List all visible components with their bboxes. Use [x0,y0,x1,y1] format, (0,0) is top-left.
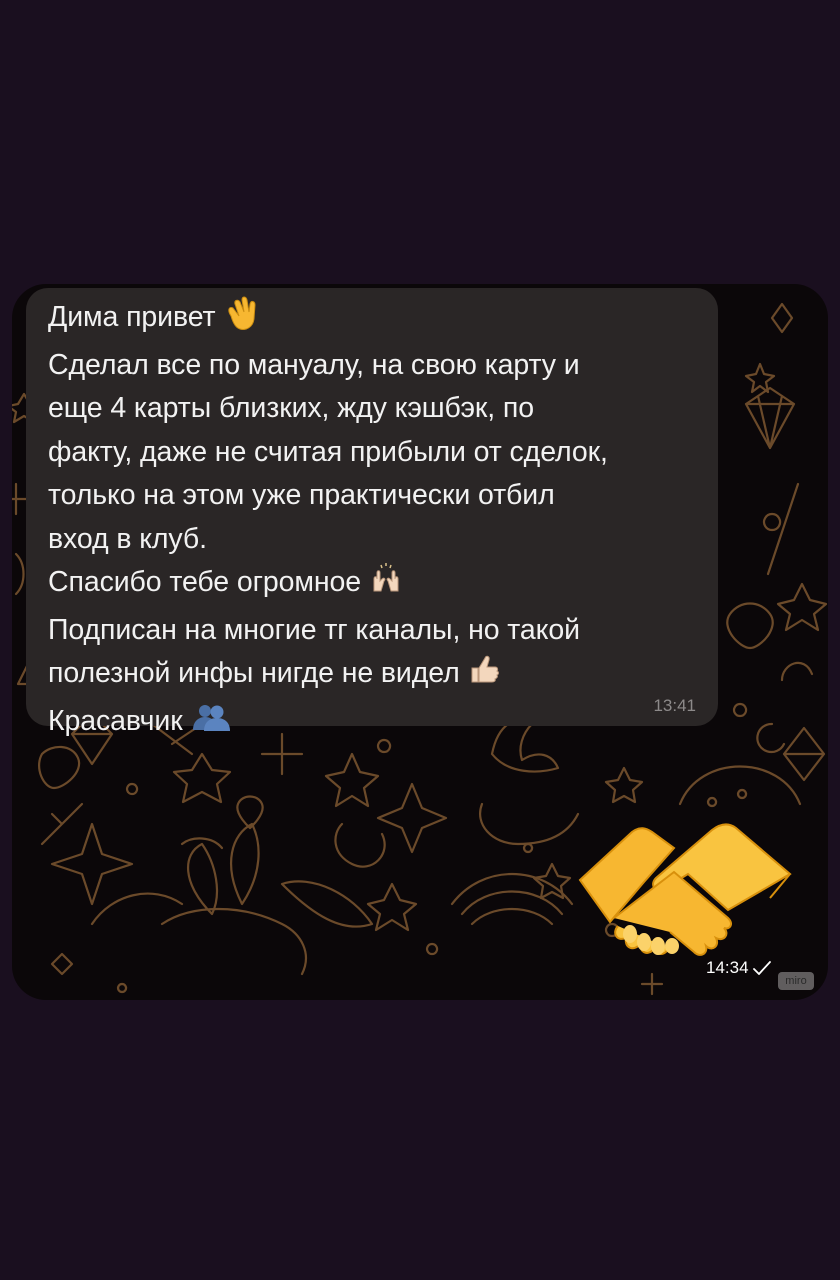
raising-hands-icon [369,561,403,609]
message-line: только на этом уже практически отбил [48,479,555,511]
message-line: Красавчик [48,700,696,748]
sticker-time-status: 14:34 [706,958,772,978]
sticker-time: 14:34 [706,958,749,977]
message-time: 13:41 [653,696,696,715]
chat-screenshot: Дима привет Сделал все по мануалу, на св… [12,284,828,1000]
waving-hand-icon [223,296,257,344]
message-line: факту, даже не считая прибыли от сделок, [48,435,608,468]
message-line: Сделал все по мануалу, на свою карту и [48,348,580,381]
message-line: Спасибо тебе огромное [48,561,696,609]
miro-watermark: miro [778,972,814,990]
handshake-icon[interactable] [574,818,796,960]
message-line: Дима привет [48,296,696,344]
incoming-message-bubble[interactable]: Дима привет Сделал все по мануалу, на св… [26,288,718,737]
busts-in-silhouette-icon [191,700,231,748]
message-line: Подписан на многие тг каналы, но такой [48,613,580,646]
message-line: полезной инфы нигде не видел [48,652,696,700]
thumbs-up-icon [468,652,502,700]
message-line: вход в клуб. [48,522,207,555]
check-icon [752,961,771,975]
message-line: еще 4 карты близких, жду кэшбэк, по [48,392,534,424]
